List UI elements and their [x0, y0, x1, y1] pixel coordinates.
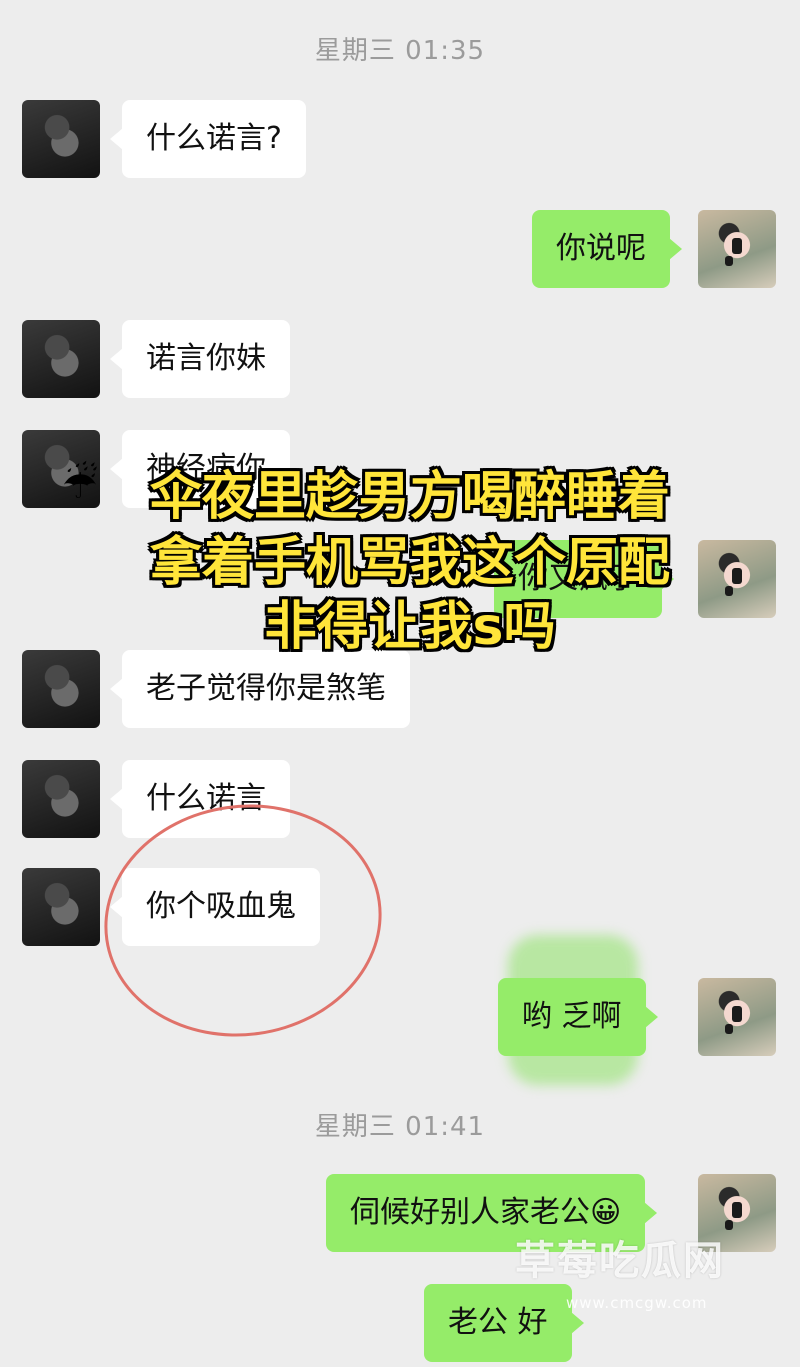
contact-avatar[interactable] [22, 100, 100, 178]
message-bubble-outgoing[interactable]: 老公 好 [424, 1284, 584, 1362]
overlay-caption-line-2: 拿着手机骂我这个原配 [149, 533, 670, 593]
message-bubble-incoming[interactable]: 诺言你妹 [110, 320, 290, 398]
message-bubble-incoming[interactable]: 什么诺言? [110, 100, 306, 178]
contact-avatar[interactable] [22, 760, 100, 838]
message-bubble-incoming[interactable]: 老子觉得你是煞笔 [110, 650, 410, 728]
message-text: 伺候好别人家老公 [350, 1195, 590, 1230]
self-avatar[interactable] [698, 210, 776, 288]
message-bubble-outgoing[interactable]: 你说呢 [532, 210, 682, 288]
timestamp: 星期三 01:41 [314, 1112, 486, 1142]
overlay-caption-line-3: 非得让我s吗 [264, 597, 556, 657]
watermark-url: www.cmcgw.com [566, 1294, 708, 1312]
self-avatar[interactable] [698, 978, 776, 1056]
overlay-caption-line-1: 伞夜里趁男方喝醉睡着 [149, 467, 670, 527]
message-bubble-outgoing[interactable]: 哟 乏啊 [498, 978, 658, 1056]
contact-avatar[interactable] [22, 868, 100, 946]
timestamp: 星期三 01:35 [314, 36, 486, 66]
contact-avatar[interactable] [22, 320, 100, 398]
grin-emoji-icon: 😀 [590, 1195, 622, 1230]
watermark-title: 草莓吃瓜网 [515, 1238, 725, 1284]
contact-avatar[interactable] [22, 650, 100, 728]
